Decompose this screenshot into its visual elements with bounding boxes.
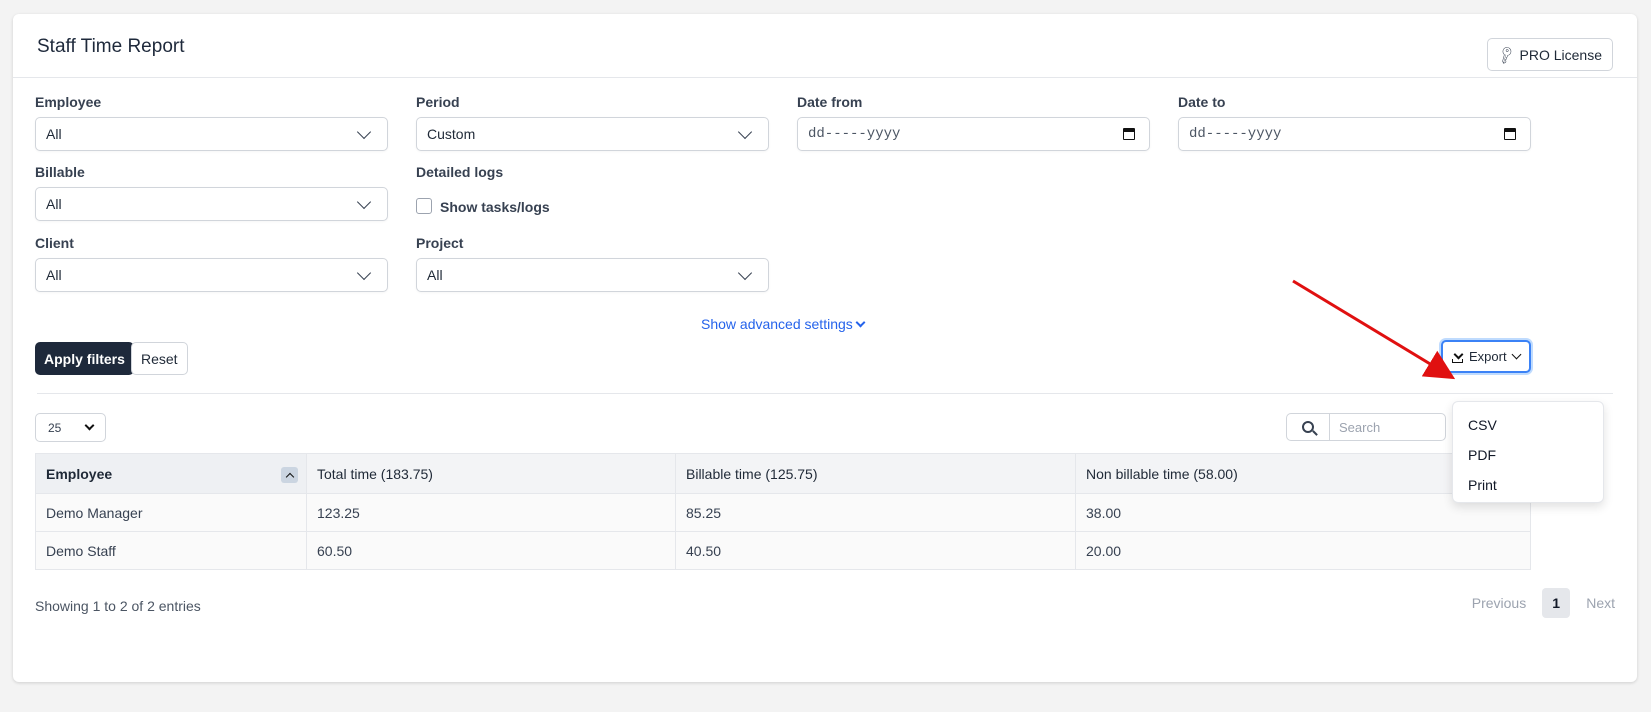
calendar-icon[interactable] xyxy=(1123,128,1135,140)
table-cell: Demo Manager xyxy=(35,493,307,532)
employee-select[interactable]: All xyxy=(35,117,388,151)
chevron-down-icon xyxy=(356,194,372,209)
export-pdf-item[interactable]: PDF xyxy=(1453,440,1603,470)
table-cell: 85.25 xyxy=(675,493,1076,532)
chevron-down-icon xyxy=(1511,349,1522,360)
date-to-label: Date to xyxy=(1178,94,1226,110)
table-cell: 60.50 xyxy=(306,531,676,570)
chevron-down-icon xyxy=(356,124,372,139)
table-row: Demo Manager 123.25 85.25 38.00 xyxy=(35,493,1531,532)
key-icon: 🔑︎ xyxy=(1495,43,1517,65)
table-search xyxy=(1286,413,1446,441)
export-label: Export xyxy=(1469,349,1507,364)
period-value: Custom xyxy=(427,126,476,142)
table-cell: 40.50 xyxy=(675,531,1076,570)
table-row: Demo Staff 60.50 40.50 20.00 xyxy=(35,531,1531,570)
advanced-link-label: Show advanced settings xyxy=(701,316,853,332)
chevron-down-icon xyxy=(84,420,95,431)
period-select[interactable]: Custom xyxy=(416,117,769,151)
export-csv-item[interactable]: CSV xyxy=(1453,410,1603,440)
pro-license-button[interactable]: 🔑︎ PRO License xyxy=(1487,38,1613,71)
column-header-employee[interactable]: Employee xyxy=(35,453,307,494)
chevron-down-icon xyxy=(737,124,753,139)
pagination: Previous 1 Next xyxy=(1456,588,1631,618)
search-input[interactable] xyxy=(1330,414,1430,440)
project-label: Project xyxy=(416,235,464,251)
billable-select[interactable]: All xyxy=(35,187,388,221)
date-from-input[interactable]: dd-----yyyy xyxy=(797,117,1150,151)
page-length-select[interactable]: 25 xyxy=(35,413,106,442)
client-label: Client xyxy=(35,235,74,251)
date-from-placeholder: dd-----yyyy xyxy=(808,126,901,142)
apply-filters-button[interactable]: Apply filters xyxy=(35,342,134,375)
date-to-input[interactable]: dd-----yyyy xyxy=(1178,117,1531,151)
period-label: Period xyxy=(416,94,460,110)
current-page-button[interactable]: 1 xyxy=(1542,588,1571,618)
next-page-button[interactable]: Next xyxy=(1570,595,1631,611)
pro-license-label: PRO License xyxy=(1519,46,1602,63)
export-dropdown-menu: CSV PDF Print xyxy=(1452,401,1604,503)
date-to-placeholder: dd-----yyyy xyxy=(1189,126,1282,142)
card-header: Staff Time Report 🔑︎ PRO License xyxy=(13,14,1637,78)
column-header-billable-time[interactable]: Billable time (125.75) xyxy=(675,453,1076,494)
column-header-label: Employee xyxy=(46,465,113,482)
column-header-total-time[interactable]: Total time (183.75) xyxy=(306,453,676,494)
show-tasks-checkbox[interactable] xyxy=(416,198,432,214)
export-print-item[interactable]: Print xyxy=(1453,470,1603,500)
chevron-down-icon xyxy=(855,317,866,327)
table-cell: 123.25 xyxy=(306,493,676,532)
client-select[interactable]: All xyxy=(35,258,388,292)
page-title: Staff Time Report xyxy=(37,36,185,57)
client-value: All xyxy=(46,267,62,283)
calendar-icon[interactable] xyxy=(1504,128,1516,140)
billable-value: All xyxy=(46,196,62,212)
annotation-arrow xyxy=(1292,279,1456,380)
chevron-down-icon xyxy=(737,265,753,280)
chevron-down-icon xyxy=(356,265,372,280)
reset-button[interactable]: Reset xyxy=(131,342,188,375)
section-divider xyxy=(37,393,1613,394)
project-value: All xyxy=(427,267,443,283)
project-select[interactable]: All xyxy=(416,258,769,292)
employee-value: All xyxy=(46,126,62,142)
previous-page-button[interactable]: Previous xyxy=(1456,595,1542,611)
search-icon xyxy=(1302,421,1314,433)
sort-ascending-icon[interactable] xyxy=(281,467,298,483)
show-advanced-settings-link[interactable]: Show advanced settings xyxy=(701,316,866,332)
table-info: Showing 1 to 2 of 2 entries xyxy=(35,598,201,614)
page-length-value: 25 xyxy=(48,420,62,435)
report-table: Employee Total time (183.75) Billable ti… xyxy=(35,453,1531,570)
table-cell: 20.00 xyxy=(1075,531,1531,570)
employee-label: Employee xyxy=(35,94,102,110)
table-cell: Demo Staff xyxy=(35,531,307,570)
show-tasks-label[interactable]: Show tasks/logs xyxy=(440,199,550,215)
detailed-logs-label: Detailed logs xyxy=(416,164,504,180)
table-header-row: Employee Total time (183.75) Billable ti… xyxy=(35,453,1531,494)
search-button[interactable] xyxy=(1287,414,1330,440)
date-from-label: Date from xyxy=(797,94,863,110)
billable-label: Billable xyxy=(35,164,85,180)
